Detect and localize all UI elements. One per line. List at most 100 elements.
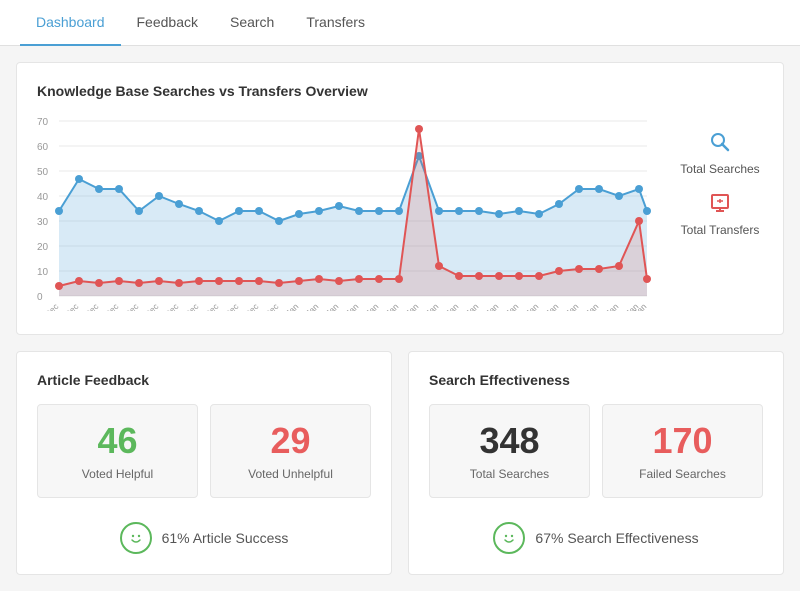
chart-red-dot bbox=[515, 272, 523, 280]
svg-text:11 Jan: 11 Jan bbox=[476, 301, 501, 311]
article-feedback-card: Article Feedback 46 Voted Helpful 29 Vot… bbox=[16, 351, 392, 575]
voted-unhelpful-label: Voted Unhelpful bbox=[227, 467, 354, 481]
main-content: Knowledge Base Searches vs Transfers Ove… bbox=[0, 46, 800, 591]
chart-dot bbox=[375, 207, 383, 215]
svg-text:70: 70 bbox=[37, 117, 49, 128]
chart-red-dot bbox=[615, 262, 623, 270]
chart-red-dot bbox=[315, 275, 323, 283]
chart-dot bbox=[135, 207, 143, 215]
chart-dot bbox=[555, 200, 563, 208]
transfers-legend-icon bbox=[709, 192, 731, 219]
tab-transfers[interactable]: Transfers bbox=[290, 0, 381, 46]
article-smiley-icon bbox=[120, 522, 152, 554]
legend-transfers: Total Transfers bbox=[673, 192, 767, 237]
chart-dot bbox=[275, 217, 283, 225]
chart-red-dot bbox=[355, 275, 363, 283]
chart-card: Knowledge Base Searches vs Transfers Ove… bbox=[16, 62, 784, 335]
chart-dot bbox=[175, 200, 183, 208]
chart-dot bbox=[435, 207, 443, 215]
chart-area: 70 60 50 40 30 20 10 0 bbox=[37, 111, 763, 314]
voted-helpful-label: Voted Helpful bbox=[54, 467, 181, 481]
chart-red-dot bbox=[455, 272, 463, 280]
search-effectiveness-text: 67% Search Effectiveness bbox=[535, 530, 698, 546]
chart-red-dot bbox=[335, 277, 343, 285]
chart-x-labels: 20 Dec 21 Dec 22 Dec 23 Dec 24 Dec 25 De… bbox=[37, 301, 649, 311]
chart-red-dot bbox=[635, 217, 643, 225]
chart-dot bbox=[75, 175, 83, 183]
svg-text:0: 0 bbox=[37, 292, 43, 303]
chart-dot bbox=[155, 192, 163, 200]
chart-red-dot bbox=[195, 277, 203, 285]
chart-dot bbox=[55, 207, 63, 215]
search-legend-icon bbox=[709, 131, 731, 158]
chart-dot bbox=[95, 185, 103, 193]
svg-text:60: 60 bbox=[37, 142, 49, 153]
tabs-bar: Dashboard Feedback Search Transfers bbox=[0, 0, 800, 46]
article-feedback-title: Article Feedback bbox=[37, 372, 371, 388]
search-effectiveness-card: Search Effectiveness 348 Total Searches … bbox=[408, 351, 784, 575]
chart-red-dot bbox=[55, 282, 63, 290]
chart-dot bbox=[195, 207, 203, 215]
chart-dot bbox=[315, 207, 323, 215]
total-searches-box: 348 Total Searches bbox=[429, 404, 590, 498]
tab-search[interactable]: Search bbox=[214, 0, 290, 46]
chart-red-dot bbox=[595, 265, 603, 273]
search-effectiveness-boxes: 348 Total Searches 170 Failed Searches bbox=[429, 404, 763, 498]
chart-red-dot bbox=[375, 275, 383, 283]
chart-dot bbox=[355, 207, 363, 215]
chart-red-dot bbox=[643, 275, 651, 283]
search-smiley-icon bbox=[493, 522, 525, 554]
chart-dot bbox=[455, 207, 463, 215]
chart-svg-container: 70 60 50 40 30 20 10 0 bbox=[37, 111, 657, 314]
chart-dot bbox=[595, 185, 603, 193]
svg-text:50: 50 bbox=[37, 167, 49, 178]
chart-dot bbox=[115, 185, 123, 193]
svg-text:30: 30 bbox=[37, 217, 49, 228]
chart-dot bbox=[215, 217, 223, 225]
chart-red-dot bbox=[155, 277, 163, 285]
chart-dot bbox=[615, 192, 623, 200]
search-effectiveness-footer: 67% Search Effectiveness bbox=[429, 514, 763, 554]
chart-red-dot bbox=[475, 272, 483, 280]
tab-feedback[interactable]: Feedback bbox=[121, 0, 214, 46]
chart-legend: Total Searches Total Tran bbox=[657, 111, 767, 237]
chart-dot bbox=[535, 210, 543, 218]
failed-searches-number: 170 bbox=[619, 421, 746, 461]
chart-dot bbox=[643, 207, 651, 215]
article-feedback-footer: 61% Article Success bbox=[37, 514, 371, 554]
chart-dot bbox=[635, 185, 643, 193]
voted-unhelpful-number: 29 bbox=[227, 421, 354, 461]
svg-text:20: 20 bbox=[37, 242, 49, 253]
voted-unhelpful-box: 29 Voted Unhelpful bbox=[210, 404, 371, 498]
chart-red-dot bbox=[75, 277, 83, 285]
chart-red-dot bbox=[115, 277, 123, 285]
svg-text:10: 10 bbox=[37, 267, 49, 278]
chart-dot bbox=[475, 207, 483, 215]
chart-red-dot bbox=[435, 262, 443, 270]
legend-searches-label: Total Searches bbox=[680, 162, 759, 176]
chart-red-dot bbox=[275, 279, 283, 287]
chart-red-dot bbox=[295, 277, 303, 285]
article-success-text: 61% Article Success bbox=[162, 530, 289, 546]
svg-text:40: 40 bbox=[37, 192, 49, 203]
chart-dot bbox=[515, 207, 523, 215]
chart-svg: 70 60 50 40 30 20 10 0 bbox=[37, 111, 657, 311]
chart-red-dot bbox=[235, 277, 243, 285]
chart-red-dot bbox=[575, 265, 583, 273]
failed-searches-box: 170 Failed Searches bbox=[602, 404, 763, 498]
total-searches-label: Total Searches bbox=[446, 467, 573, 481]
voted-helpful-box: 46 Voted Helpful bbox=[37, 404, 198, 498]
chart-dot bbox=[335, 202, 343, 210]
chart-red-dot bbox=[135, 279, 143, 287]
chart-red-dot bbox=[95, 279, 103, 287]
voted-helpful-number: 46 bbox=[54, 421, 181, 461]
tab-dashboard[interactable]: Dashboard bbox=[20, 0, 121, 46]
chart-red-dot bbox=[175, 279, 183, 287]
app-container: Dashboard Feedback Search Transfers Know… bbox=[0, 0, 800, 591]
chart-dot bbox=[235, 207, 243, 215]
chart-dot bbox=[295, 210, 303, 218]
chart-red-dot bbox=[395, 275, 403, 283]
chart-red-dot bbox=[255, 277, 263, 285]
chart-red-dot bbox=[415, 125, 423, 133]
chart-red-dot bbox=[535, 272, 543, 280]
